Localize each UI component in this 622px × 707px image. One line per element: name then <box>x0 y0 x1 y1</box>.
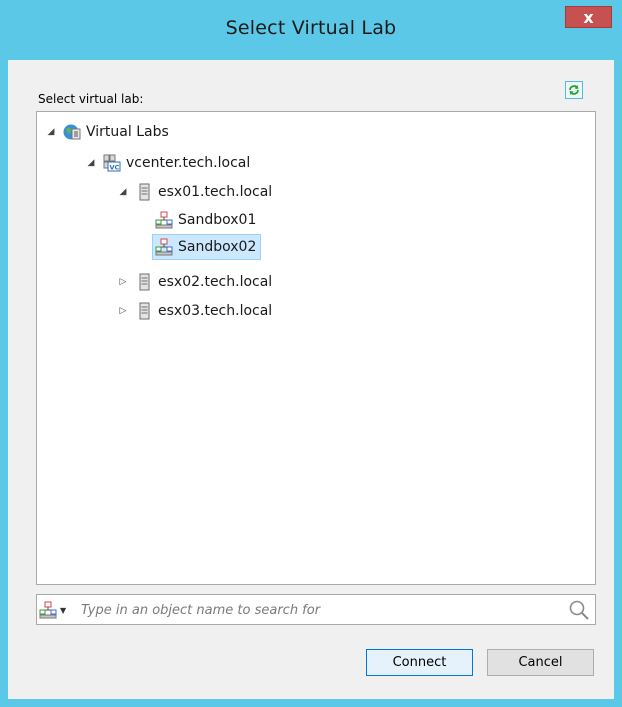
tree-item-host-esx01[interactable]: ◢ esx01.tech.local <box>117 180 272 204</box>
object-type-dropdown[interactable]: ▼ <box>39 599 75 621</box>
refresh-icon[interactable] <box>565 81 583 99</box>
tree-item-virtual-labs[interactable]: ◢ Virtual Labs <box>45 120 169 144</box>
tree-item-label: Virtual Labs <box>86 124 169 140</box>
virtual-lab-icon <box>155 211 173 229</box>
server-icon <box>135 302 153 320</box>
tree-item-label: esx02.tech.local <box>158 274 273 290</box>
tree-item-host-esx03[interactable]: ▷ esx03.tech.local <box>117 299 272 323</box>
server-icon <box>135 273 153 291</box>
virtual-labs-globe-icon <box>63 123 81 141</box>
close-button[interactable]: x <box>565 6 612 28</box>
expanded-arrow-icon[interactable]: ◢ <box>85 157 97 169</box>
cancel-button[interactable]: Cancel <box>487 649 594 676</box>
title-bar[interactable]: Select Virtual Lab x <box>0 0 622 60</box>
collapsed-arrow-icon[interactable]: ▷ <box>117 305 129 317</box>
tree-item-label: Sandbox01 <box>178 212 257 228</box>
tree-item-vcenter[interactable]: ◢ VC vcenter.tech.local <box>85 151 250 175</box>
dialog-window: Select Virtual Lab x Select virtual lab:… <box>0 0 622 707</box>
expanded-arrow-icon[interactable]: ◢ <box>45 126 57 138</box>
dialog-body: Select virtual lab: ◢ Virtual Labs ◢ VC … <box>8 60 614 699</box>
expanded-arrow-icon[interactable]: ◢ <box>117 186 129 198</box>
tree-item-label: esx01.tech.local <box>158 184 273 200</box>
dropdown-arrow-icon[interactable]: ▼ <box>60 606 66 615</box>
connect-button[interactable]: Connect <box>366 649 473 676</box>
vcenter-icon: VC <box>103 154 121 172</box>
search-bar: ▼ <box>36 594 596 625</box>
virtual-lab-icon <box>155 238 173 256</box>
tree-item-host-esx02[interactable]: ▷ esx02.tech.local <box>117 270 272 294</box>
tree-item-lab-sandbox01[interactable]: Sandbox01 <box>149 208 256 232</box>
tree-item-label: esx03.tech.local <box>158 303 273 319</box>
tree-item-label: vcenter.tech.local <box>126 155 251 171</box>
search-icon[interactable] <box>568 599 590 621</box>
select-virtual-lab-label: Select virtual lab: <box>38 92 144 106</box>
virtual-lab-tree[interactable]: ◢ Virtual Labs ◢ VC vcenter.tech.local ◢… <box>36 111 596 585</box>
virtual-lab-icon <box>39 601 57 619</box>
dialog-title: Select Virtual Lab <box>225 17 397 39</box>
server-icon <box>135 183 153 201</box>
collapsed-arrow-icon[interactable]: ▷ <box>117 276 129 288</box>
search-input[interactable] <box>79 597 553 623</box>
tree-item-lab-sandbox02[interactable]: Sandbox02 <box>152 234 262 260</box>
svg-text:VC: VC <box>110 164 120 172</box>
tree-item-label: Sandbox02 <box>178 239 257 255</box>
